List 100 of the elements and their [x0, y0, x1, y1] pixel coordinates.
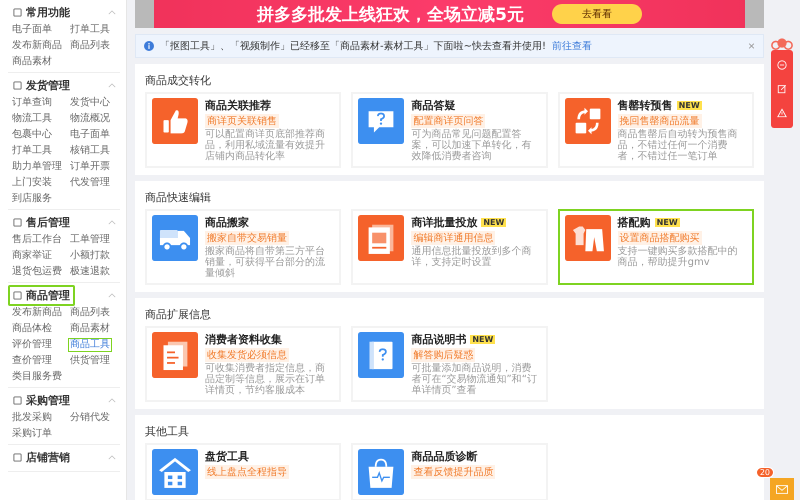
menu-group-header[interactable]: 店铺营销 — [8, 447, 75, 468]
menu-item[interactable]: 退货包运费 — [10, 265, 64, 279]
section-title: 商品快速编辑 — [145, 190, 211, 205]
new-badge: NEW — [470, 335, 496, 344]
view-link[interactable]: 前往查看 — [552, 39, 592, 53]
menu-item[interactable]: 分销代发 — [68, 411, 112, 425]
promo-banner[interactable]: 拼多多批发上线狂欢，全场立减5元 去看看 — [135, 0, 764, 28]
square-icon — [13, 453, 22, 462]
square-icon — [13, 291, 22, 300]
menu-item[interactable]: 代发管理 — [68, 176, 112, 190]
edit-icon[interactable] — [777, 84, 787, 94]
card-tag: 查看反馈提升品质 — [411, 465, 496, 479]
card-tag: 配置商详页问答 — [411, 114, 486, 128]
chevron-up-icon[interactable] — [108, 455, 116, 460]
card-tag: 搬家自带交易销量 — [205, 231, 289, 245]
menu-item[interactable]: 打单工具 — [10, 144, 54, 158]
menu-item[interactable]: 商品体检 — [10, 322, 54, 336]
card-title: 商品搬家 — [205, 215, 249, 230]
menu-item[interactable]: 查价管理 — [10, 354, 54, 368]
square-icon — [13, 218, 22, 227]
card-description: 可收集消费者指定信息，商品定制等信息，展示在订单详情页，节约客服成本 — [205, 363, 326, 396]
menu-item[interactable]: 商品工具 — [68, 338, 112, 352]
count-badge: 20 — [756, 467, 774, 478]
section-title: 商品成交转化 — [145, 73, 211, 88]
tool-card[interactable]: 商品关联推荐 商详页关联销售 可以配置商详页底部推荐商品，利用私域流量有效提升店铺内商品转化率 — [145, 92, 342, 168]
section-title: 商品扩展信息 — [145, 307, 211, 322]
menu-group-header[interactable]: 常用功能 — [8, 2, 75, 23]
tool-card[interactable]: 商品说明书 NEW 解答购后疑惑 可批量添加商品说明，消费者可在“交易物流通知”和“订单详情页”查看 — [351, 326, 548, 402]
menu-item[interactable]: 电子面单 — [68, 128, 112, 142]
tool-card[interactable]: 消费者资料收集 收集发货必须信息 可收集消费者指定信息，商品定制等信息，展示在订单详情页，节约客服成本 — [145, 326, 342, 402]
menu-item[interactable]: 极速退款 — [68, 265, 112, 279]
card-tag: 编辑商详通用信息 — [411, 231, 496, 245]
view-button[interactable]: 去看看 — [552, 4, 642, 24]
envelope-icon — [776, 484, 788, 494]
menu-item[interactable]: 售后工作台 — [10, 233, 64, 247]
card-tag: 线上盘点全程指导 — [205, 465, 289, 479]
tool-card[interactable]: 商品品质诊断 查看反馈提升品质 — [351, 443, 548, 500]
tool-card[interactable]: 商品搬家 搬家自带交易销量 搬家商品将自带第三方平台销量，可获得平台部分的流量倾斜 — [145, 209, 342, 285]
menu-item[interactable]: 商品列表 — [68, 306, 112, 320]
chevron-up-icon[interactable] — [108, 398, 116, 403]
menu-item[interactable]: 发货中心 — [68, 96, 112, 110]
section-title: 其他工具 — [145, 424, 189, 439]
menu-item[interactable]: 包裹中心 — [10, 128, 54, 142]
tool-card[interactable]: 商详批量投放 NEW 编辑商详通用信息 通用信息批量投放到多个商详，支持定时设置 — [351, 209, 548, 285]
menu-item[interactable]: 上门安装 — [10, 176, 54, 190]
menu-group-header[interactable]: 售后管理 — [8, 212, 75, 233]
minus-circle-icon[interactable] — [777, 60, 787, 70]
tool-card[interactable]: 商品答疑 配置商详页问答 可为商品常见问题配置答案，可以加速下单转化，有效降低消费者咨询 — [351, 92, 548, 168]
menu-item[interactable]: 商品列表 — [68, 39, 112, 53]
menu-item[interactable]: 商品素材 — [10, 55, 54, 69]
menu-item[interactable]: 订单查询 — [10, 96, 54, 110]
card-title: 商详批量投放 — [411, 215, 478, 230]
menu-item[interactable]: 物流概况 — [68, 112, 112, 126]
menu-item[interactable]: 核销工具 — [68, 144, 112, 158]
new-badge: NEW — [676, 101, 702, 110]
menu-item[interactable]: 采购订单 — [10, 427, 54, 441]
warning-icon[interactable] — [777, 108, 787, 118]
menu-group-header[interactable]: 发货管理 — [8, 75, 75, 96]
menu-item[interactable]: 工单管理 — [68, 233, 112, 247]
ornament-icon — [770, 36, 794, 50]
card-title: 商品答疑 — [411, 98, 456, 113]
menu-item[interactable]: 商家举证 — [10, 249, 54, 263]
card-description: 支持一键购买多款搭配中的商品，帮助提升gmv — [618, 246, 739, 268]
menu-item[interactable]: 发布新商品 — [10, 39, 64, 53]
info-icon — [144, 41, 154, 51]
card-title: 商品品质诊断 — [411, 449, 478, 464]
mail-button[interactable] — [770, 478, 794, 500]
menu-item[interactable]: 供货管理 — [68, 354, 112, 368]
menu-item[interactable]: 助力单管理 — [10, 160, 64, 174]
chevron-up-icon[interactable] — [108, 10, 116, 15]
card-title: 搭配购 — [618, 215, 651, 230]
menu-group-header[interactable]: 商品管理 — [8, 285, 75, 306]
chevron-up-icon[interactable] — [108, 83, 116, 88]
card-title: 商品说明书 — [411, 332, 466, 347]
card-description: 可批量添加商品说明，消费者可在“交易物流通知”和“订单详情页”查看 — [411, 363, 538, 396]
banner-headline: 拼多多批发上线狂欢，全场立减5元 — [257, 4, 524, 26]
menu-item[interactable]: 到店服务 — [10, 192, 54, 206]
menu-item[interactable]: 打单工具 — [68, 23, 112, 37]
card-tag: 设置商品搭配购买 — [618, 231, 702, 245]
tool-card[interactable]: 盘货工具 线上盘点全程指导 — [145, 443, 342, 500]
menu-item[interactable]: 商品素材 — [68, 322, 112, 336]
card-tag: 商详页关联销售 — [205, 114, 279, 128]
menu-item[interactable]: 批发采购 — [10, 411, 54, 425]
new-badge: NEW — [654, 218, 680, 227]
menu-item[interactable]: 评价管理 — [10, 338, 54, 352]
menu-item[interactable]: 订单开票 — [68, 160, 112, 174]
card-description: 商品售罄后自动转为预售商品，不错过任何一个消费者，不错过任一笔订单 — [618, 129, 739, 162]
card-title: 盘货工具 — [205, 449, 249, 464]
menu-item[interactable]: 发布新商品 — [10, 306, 64, 320]
chevron-up-icon[interactable] — [108, 293, 116, 298]
menu-item[interactable]: 类目服务费 — [10, 370, 64, 384]
tool-card[interactable]: 售罄转预售 NEW 挽回售罄商品流量 商品售罄后自动转为预售商品，不错过任何一个消费者，不错过任一笔订单 — [558, 92, 754, 168]
menu-item[interactable]: 小额打款 — [68, 249, 112, 263]
card-title: 消费者资料收集 — [205, 332, 282, 347]
menu-item[interactable]: 电子面单 — [10, 23, 54, 37]
menu-group-header[interactable]: 采购管理 — [8, 390, 75, 411]
chevron-up-icon[interactable] — [108, 220, 116, 225]
menu-item[interactable]: 物流工具 — [10, 112, 54, 126]
tool-card[interactable]: 搭配购 NEW 设置商品搭配购买 支持一键购买多款搭配中的商品，帮助提升gmv — [558, 209, 754, 285]
new-badge: NEW — [481, 218, 506, 227]
